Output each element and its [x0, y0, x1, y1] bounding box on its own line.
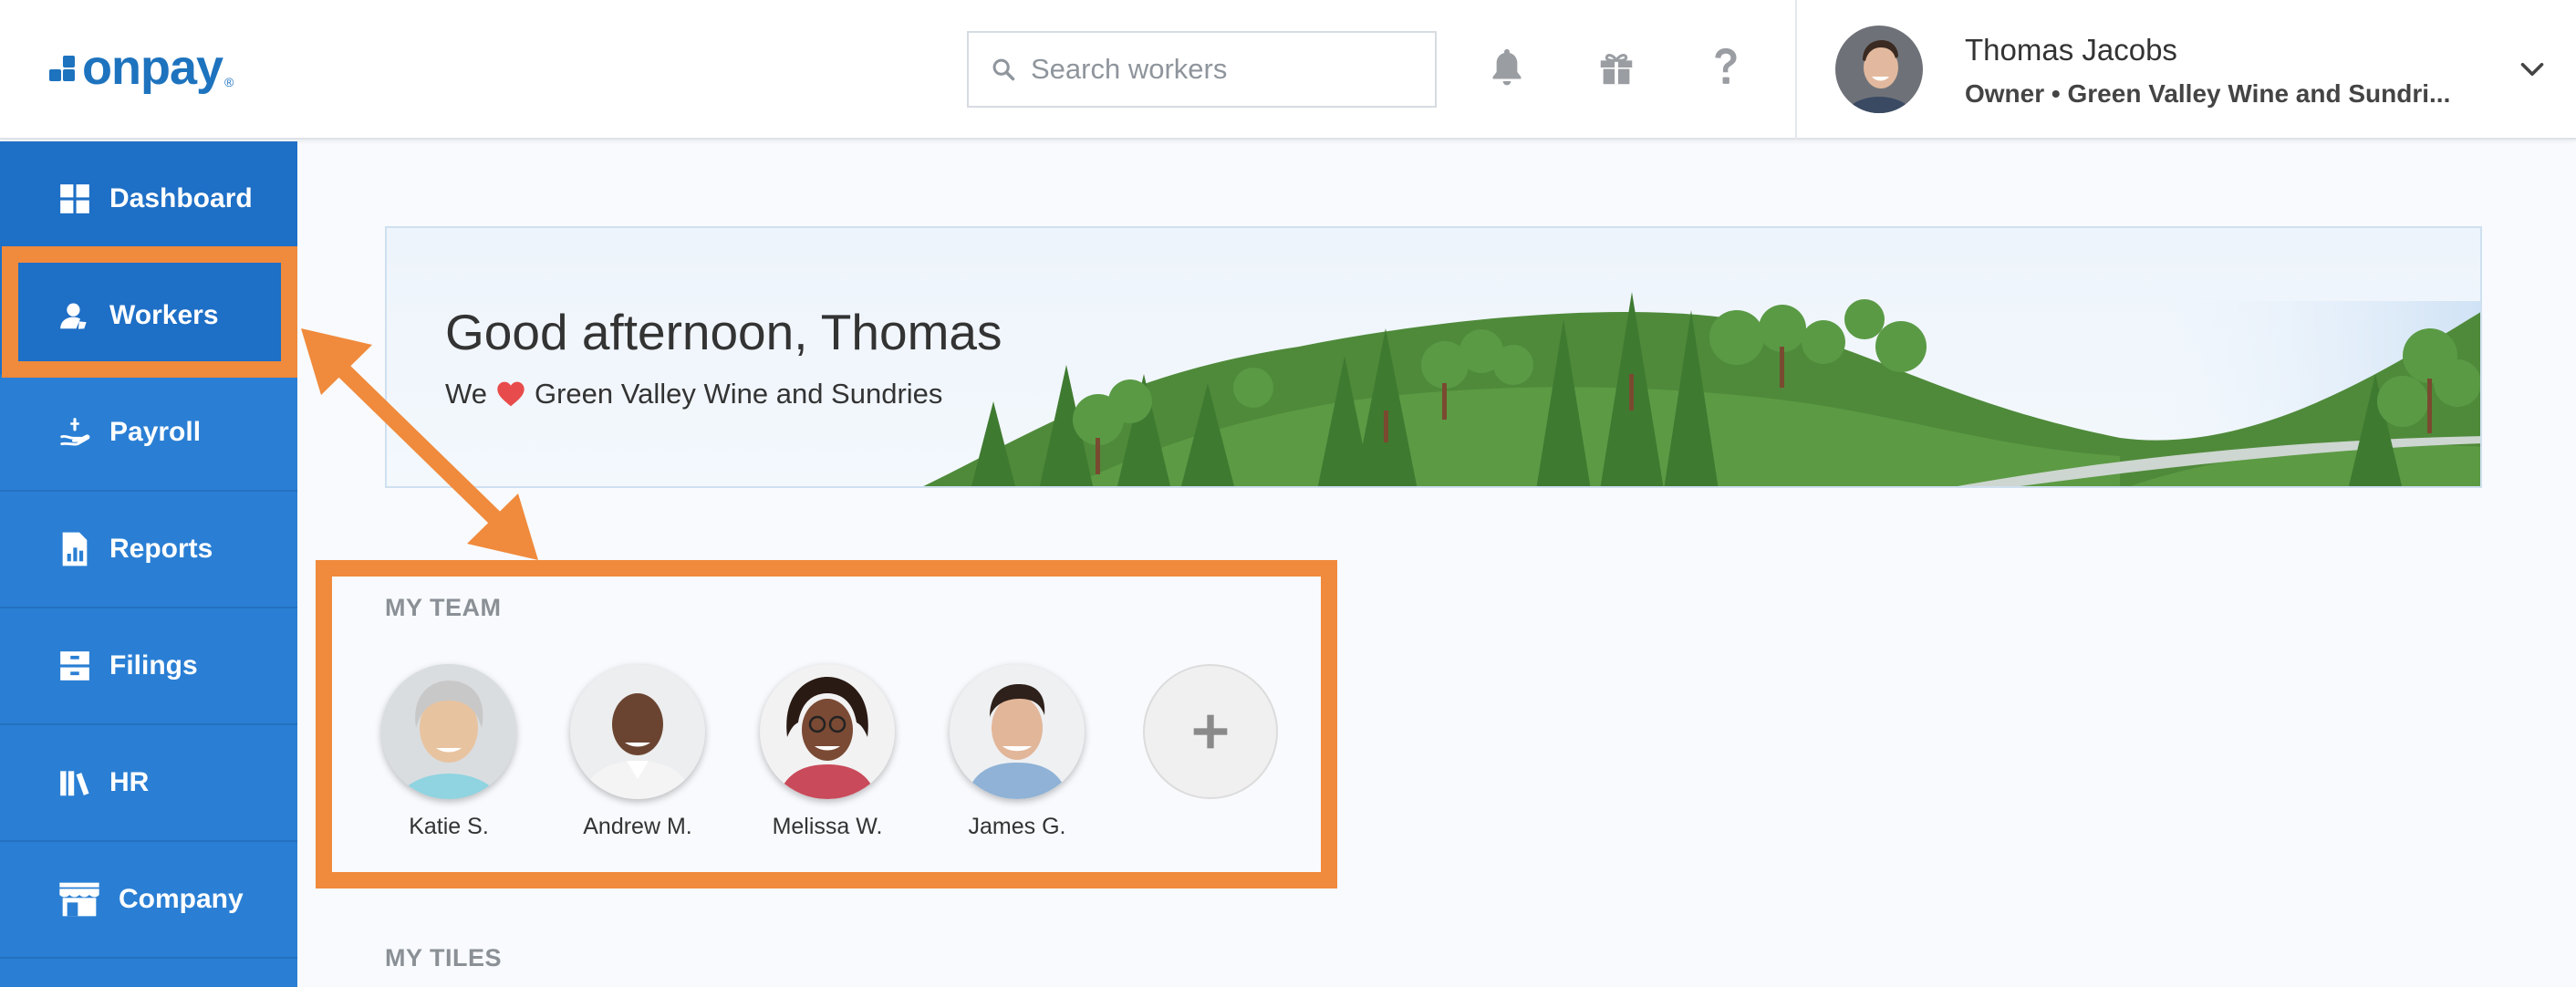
sidebar-item-payroll[interactable]: Payroll — [0, 375, 297, 492]
team-member-james[interactable]: James G. — [949, 664, 1085, 840]
onpay-logo[interactable]: onpay ® — [49, 40, 234, 95]
team-member-name: Melissa W. — [772, 814, 883, 839]
heart-icon — [497, 381, 525, 407]
sidebar: Dashboard Workers Payroll Reports Filing… — [0, 141, 297, 987]
sidebar-item-reports[interactable]: Reports — [0, 492, 297, 608]
add-team-member-button[interactable] — [1143, 664, 1278, 799]
team-member-name: Katie S. — [409, 814, 489, 839]
sidebar-item-label: Workers — [109, 300, 219, 330]
greeting-company: Green Valley Wine and Sundries — [534, 378, 943, 410]
search-input[interactable] — [1031, 53, 1414, 86]
dashboard-icon — [57, 181, 93, 217]
plus-icon — [1193, 714, 1228, 749]
user-avatar[interactable] — [1835, 26, 1923, 113]
my-tiles-label: MY TILES — [385, 944, 503, 971]
sidebar-item-company[interactable]: Company — [0, 842, 297, 959]
sidebar-item-label: Dashboard — [109, 183, 253, 213]
team-member-name: James G. — [968, 814, 1066, 839]
company-icon — [57, 881, 102, 918]
payroll-icon — [57, 414, 93, 451]
gift-icon[interactable] — [1591, 42, 1642, 93]
greeting-title: Good afternoon, Thomas — [445, 304, 1002, 360]
avatar — [760, 664, 895, 799]
sidebar-item-filings[interactable]: Filings — [0, 608, 297, 725]
help-icon[interactable] — [1700, 42, 1751, 93]
sidebar-item-dashboard[interactable]: Dashboard — [0, 141, 297, 258]
user-role[interactable]: Owner • Green Valley Wine and Sundri... — [1965, 79, 2450, 109]
logo-text: onpay — [82, 40, 223, 95]
sidebar-item-workers[interactable]: Workers — [0, 258, 297, 375]
my-team-label: MY TEAM — [385, 594, 502, 621]
top-header: onpay ® Thomas Jacobs Owner • Green Vall… — [0, 0, 2576, 140]
sidebar-item-label: Company — [119, 884, 244, 914]
user-name[interactable]: Thomas Jacobs — [1965, 33, 2177, 68]
chevron-down-icon[interactable] — [2516, 53, 2549, 86]
search-box[interactable] — [967, 31, 1437, 108]
search-icon — [992, 58, 1015, 81]
bell-icon[interactable] — [1481, 42, 1532, 93]
logo-registered-mark: ® — [224, 75, 234, 89]
sidebar-item-label: Payroll — [109, 417, 202, 447]
team-member-melissa[interactable]: Melissa W. — [759, 664, 896, 840]
sidebar-item-hr[interactable]: HR — [0, 725, 297, 842]
sidebar-item-label: HR — [109, 767, 150, 797]
header-divider — [1795, 0, 1797, 140]
avatar — [570, 664, 705, 799]
logo-mark — [49, 49, 77, 86]
avatar — [950, 664, 1085, 799]
filings-icon — [57, 648, 93, 684]
reports-icon — [57, 531, 93, 567]
greeting-subtitle: We Green Valley Wine and Sundries — [445, 378, 942, 410]
sidebar-item-label: Reports — [109, 534, 213, 564]
hr-icon — [57, 764, 93, 801]
team-member-name: Andrew M. — [583, 814, 692, 839]
avatar — [381, 664, 516, 799]
team-member-andrew[interactable]: Andrew M. — [569, 664, 706, 840]
team-member-katie[interactable]: Katie S. — [380, 664, 517, 840]
workers-icon — [57, 297, 93, 334]
sidebar-item-label: Filings — [109, 650, 198, 681]
greeting-prefix: We — [445, 378, 487, 410]
